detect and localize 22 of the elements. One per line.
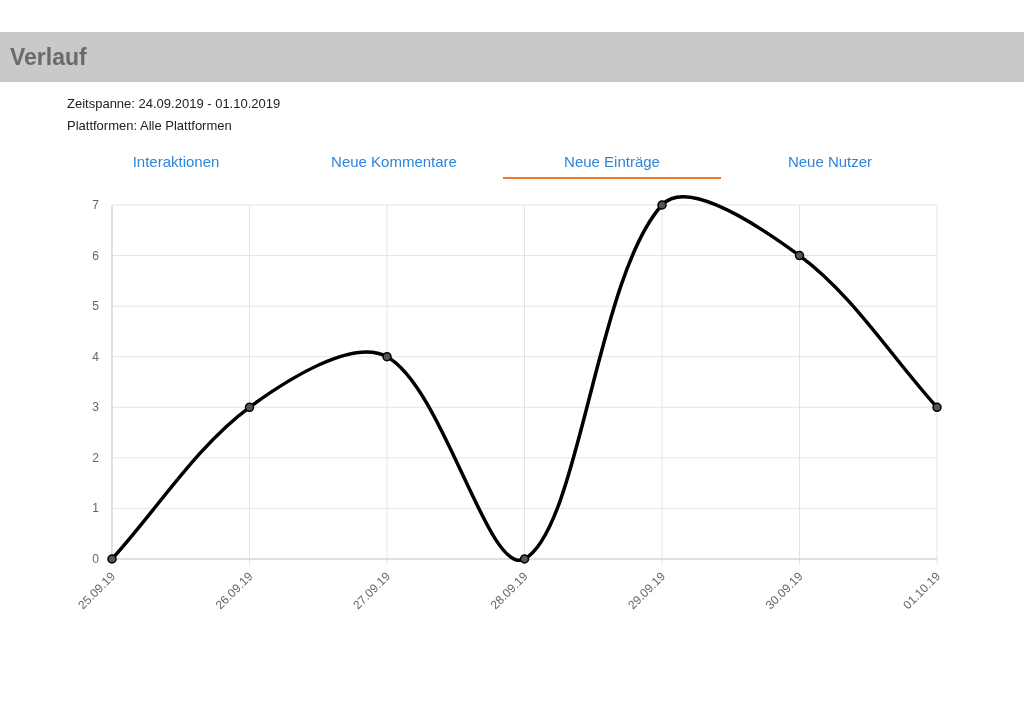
tab[interactable]: Neue Nutzer xyxy=(721,145,939,179)
y-tick-label: 0 xyxy=(92,552,99,566)
y-tick-label: 6 xyxy=(92,248,99,263)
data-point xyxy=(657,200,667,210)
y-tick-label: 2 xyxy=(92,450,99,465)
y-tick-label: 1 xyxy=(92,501,99,516)
data-point xyxy=(244,402,255,413)
data-point xyxy=(794,250,805,261)
y-tick-label: 7 xyxy=(92,198,99,212)
y-tick-label: 4 xyxy=(92,349,99,364)
y-tick-label: 3 xyxy=(92,400,99,415)
tab[interactable]: Neue Einträge xyxy=(503,145,721,179)
data-point xyxy=(519,554,530,564)
data-point xyxy=(932,402,942,413)
page-title: Verlauf xyxy=(10,43,87,71)
tab[interactable]: Interaktionen xyxy=(67,145,285,179)
data-point xyxy=(107,554,117,564)
info-text: Zeitspanne: 24.09.2019 - 01.10.2019 xyxy=(67,95,282,113)
tab[interactable]: Neue Kommentare xyxy=(285,145,503,179)
y-tick-label: 5 xyxy=(92,299,99,314)
data-point xyxy=(382,351,392,362)
info-text: Plattformen: Alle Plattformen xyxy=(67,117,233,135)
